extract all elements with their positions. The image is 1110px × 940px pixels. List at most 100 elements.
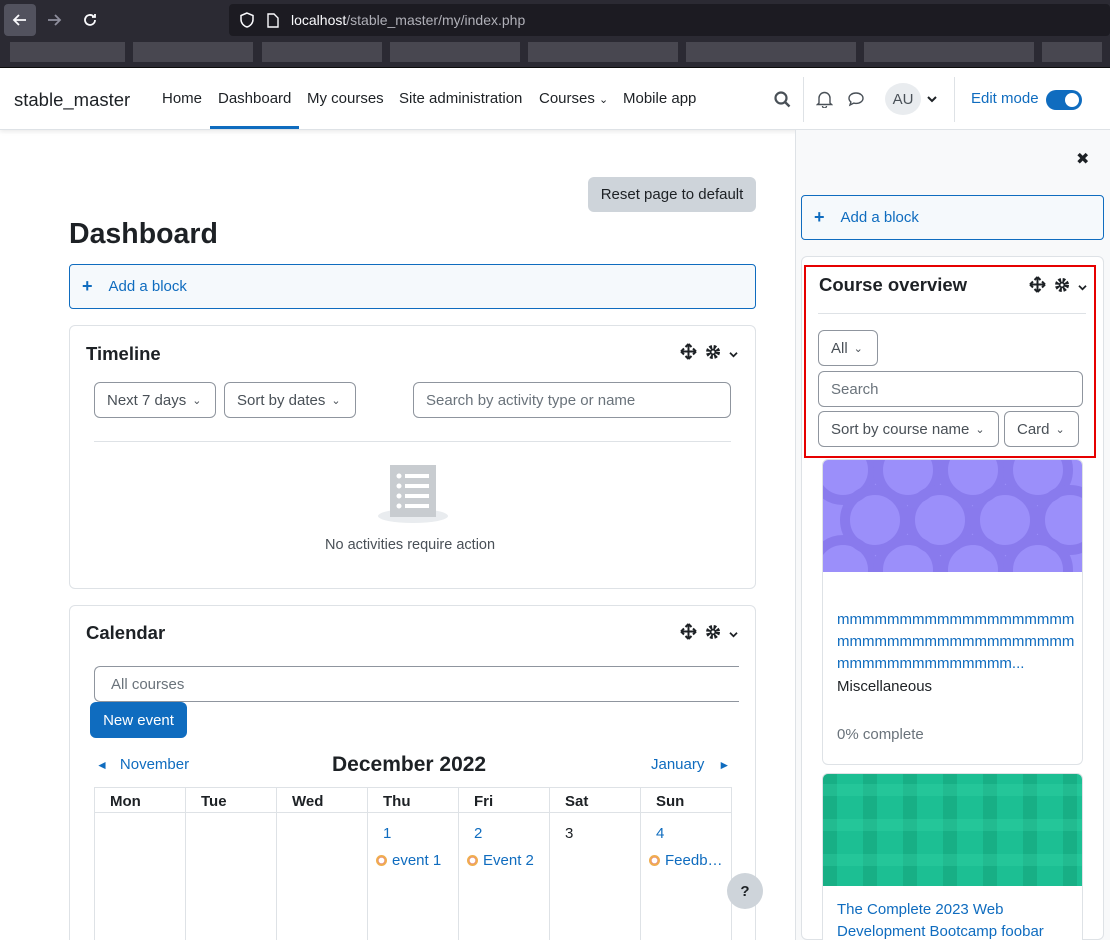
calendar-grid: Mon Tue Wed Thu Fri Sat Sun 1 event 1 2 … bbox=[94, 787, 732, 940]
event-label: Event 2 bbox=[483, 852, 534, 869]
bookmark-item[interactable] bbox=[864, 42, 1034, 62]
add-block-label: Add a block bbox=[108, 278, 187, 295]
chevron-down-icon[interactable] bbox=[927, 92, 937, 106]
calendar-course-label: All courses bbox=[111, 675, 185, 693]
bookmark-item[interactable] bbox=[528, 42, 678, 62]
move-icon[interactable] bbox=[680, 343, 697, 365]
timeline-sort-select[interactable]: Sort by dates ⌄ bbox=[224, 382, 356, 418]
search-icon[interactable] bbox=[774, 91, 791, 113]
nav-my-courses[interactable]: My courses bbox=[307, 90, 384, 107]
avatar[interactable]: AU bbox=[885, 83, 921, 115]
course-card[interactable]: mmmmmmmmmmmmmmmmmmmmmmmmmmmmmmmmmmmmmmmm… bbox=[822, 459, 1083, 765]
gear-icon[interactable] bbox=[705, 344, 721, 365]
arrow-left-icon: ◄ bbox=[96, 758, 108, 772]
calendar-course-select[interactable]: All courses bbox=[94, 666, 739, 702]
event-label: event 1 bbox=[392, 852, 442, 869]
edit-mode-label: Edit mode bbox=[971, 90, 1039, 107]
chat-icon[interactable] bbox=[847, 91, 865, 112]
nav-dashboard[interactable]: Dashboard bbox=[218, 90, 291, 107]
help-button[interactable]: ? bbox=[727, 873, 763, 909]
day-number[interactable]: 4 bbox=[656, 825, 664, 842]
bookmark-item[interactable] bbox=[390, 42, 520, 62]
weekday-thu: Thu bbox=[368, 787, 459, 813]
bookmark-item[interactable] bbox=[686, 42, 856, 62]
weekday-tue: Tue bbox=[186, 787, 277, 813]
bell-icon[interactable] bbox=[815, 90, 834, 113]
calendar-event[interactable]: Feedb… bbox=[649, 852, 723, 869]
timeline-search-placeholder: Search by activity type or name bbox=[426, 391, 636, 409]
add-block-button[interactable]: + Add a block bbox=[69, 264, 756, 309]
weekday-sat: Sat bbox=[550, 787, 641, 813]
day-number[interactable]: 1 bbox=[383, 825, 391, 842]
nav-site-administration[interactable]: Site administration bbox=[399, 90, 522, 107]
weekday-fri: Fri bbox=[459, 787, 550, 813]
prev-month-link[interactable]: ◄ November bbox=[96, 756, 189, 773]
calendar-event[interactable]: event 1 bbox=[376, 852, 441, 869]
arrow-right-icon: ► bbox=[718, 758, 731, 772]
drawer-add-block-button[interactable]: + Add a block bbox=[801, 195, 1104, 240]
chevron-down-icon[interactable] bbox=[729, 625, 738, 643]
plus-icon: + bbox=[814, 207, 825, 227]
timeline-search-input[interactable]: Search by activity type or name bbox=[413, 382, 731, 418]
calendar-day-empty bbox=[277, 813, 368, 940]
empty-list-icon bbox=[378, 465, 448, 523]
course-category: Miscellaneous bbox=[837, 678, 933, 695]
nav-courses[interactable]: Courses ⌄ bbox=[539, 90, 608, 107]
next-month-link[interactable]: January ► bbox=[651, 756, 730, 773]
timeline-range-select[interactable]: Next 7 days ⌄ bbox=[94, 382, 216, 418]
highlight-box bbox=[804, 265, 1096, 458]
day-number[interactable]: 2 bbox=[474, 825, 482, 842]
edit-mode-toggle[interactable] bbox=[1046, 90, 1082, 110]
bookmark-item[interactable] bbox=[133, 42, 253, 62]
event-dot-icon bbox=[467, 855, 478, 866]
move-icon[interactable] bbox=[680, 623, 697, 645]
course-image[interactable] bbox=[823, 460, 1082, 605]
weekday-sun: Sun bbox=[641, 787, 732, 813]
calendar-controls bbox=[680, 623, 738, 645]
chevron-down-icon: ⌄ bbox=[331, 394, 341, 407]
plus-icon: + bbox=[82, 276, 93, 296]
course-image[interactable] bbox=[823, 774, 1082, 886]
shield-icon bbox=[239, 12, 255, 28]
page-title: Dashboard bbox=[69, 218, 218, 250]
calendar-day[interactable]: 4 Feedb… bbox=[641, 813, 732, 940]
calendar-event[interactable]: Event 2 bbox=[467, 852, 534, 869]
divider bbox=[954, 77, 955, 122]
site-brand[interactable]: stable_master bbox=[14, 89, 130, 111]
top-navbar: stable_master Home Dashboard My courses … bbox=[0, 69, 1110, 130]
event-dot-icon bbox=[376, 855, 387, 866]
calendar-day[interactable]: 1 event 1 bbox=[368, 813, 459, 940]
course-card[interactable]: The Complete 2023 Web Development Bootca… bbox=[822, 773, 1083, 940]
chevron-down-icon[interactable] bbox=[729, 345, 738, 363]
timeline-range-label: Next 7 days bbox=[107, 391, 187, 409]
calendar-day-empty bbox=[186, 813, 277, 940]
nav-mobile-app[interactable]: Mobile app bbox=[623, 90, 696, 107]
day-number: 3 bbox=[565, 825, 574, 842]
course-name-link[interactable]: mmmmmmmmmmmmmmmmmmmmmmmmmmmmmmmmmmmmmmmm… bbox=[837, 609, 1077, 675]
timeline-sort-label: Sort by dates bbox=[237, 391, 326, 409]
close-icon[interactable]: ✖ bbox=[1076, 149, 1089, 169]
calendar-day[interactable]: 3 bbox=[550, 813, 641, 940]
back-arrow-icon[interactable] bbox=[4, 4, 36, 36]
reload-icon[interactable] bbox=[72, 4, 108, 36]
bookmark-item[interactable] bbox=[262, 42, 382, 62]
gear-icon[interactable] bbox=[705, 624, 721, 645]
bookmark-item[interactable] bbox=[10, 42, 125, 62]
empty-message: No activities require action bbox=[325, 537, 496, 553]
timeline-controls bbox=[680, 343, 738, 365]
timeline-title: Timeline bbox=[86, 343, 161, 364]
url-host: localhost bbox=[291, 12, 347, 28]
prev-month-label: November bbox=[119, 756, 190, 773]
calendar-day[interactable]: 2 Event 2 bbox=[459, 813, 550, 940]
bookmark-item[interactable] bbox=[1042, 42, 1102, 62]
divider bbox=[803, 77, 804, 122]
nav-home[interactable]: Home bbox=[162, 90, 202, 107]
course-name-link[interactable]: The Complete 2023 Web Development Bootca… bbox=[837, 899, 1077, 940]
weekday-mon: Mon bbox=[95, 787, 186, 813]
calendar-day-empty bbox=[95, 813, 186, 940]
new-event-button[interactable]: New event bbox=[90, 702, 187, 738]
reset-page-button[interactable]: Reset page to default bbox=[588, 177, 756, 212]
chevron-down-icon: ⌄ bbox=[599, 94, 609, 106]
url-bar[interactable]: localhost/stable_master/my/index.php bbox=[229, 4, 1110, 36]
forward-arrow-icon[interactable] bbox=[36, 4, 72, 36]
